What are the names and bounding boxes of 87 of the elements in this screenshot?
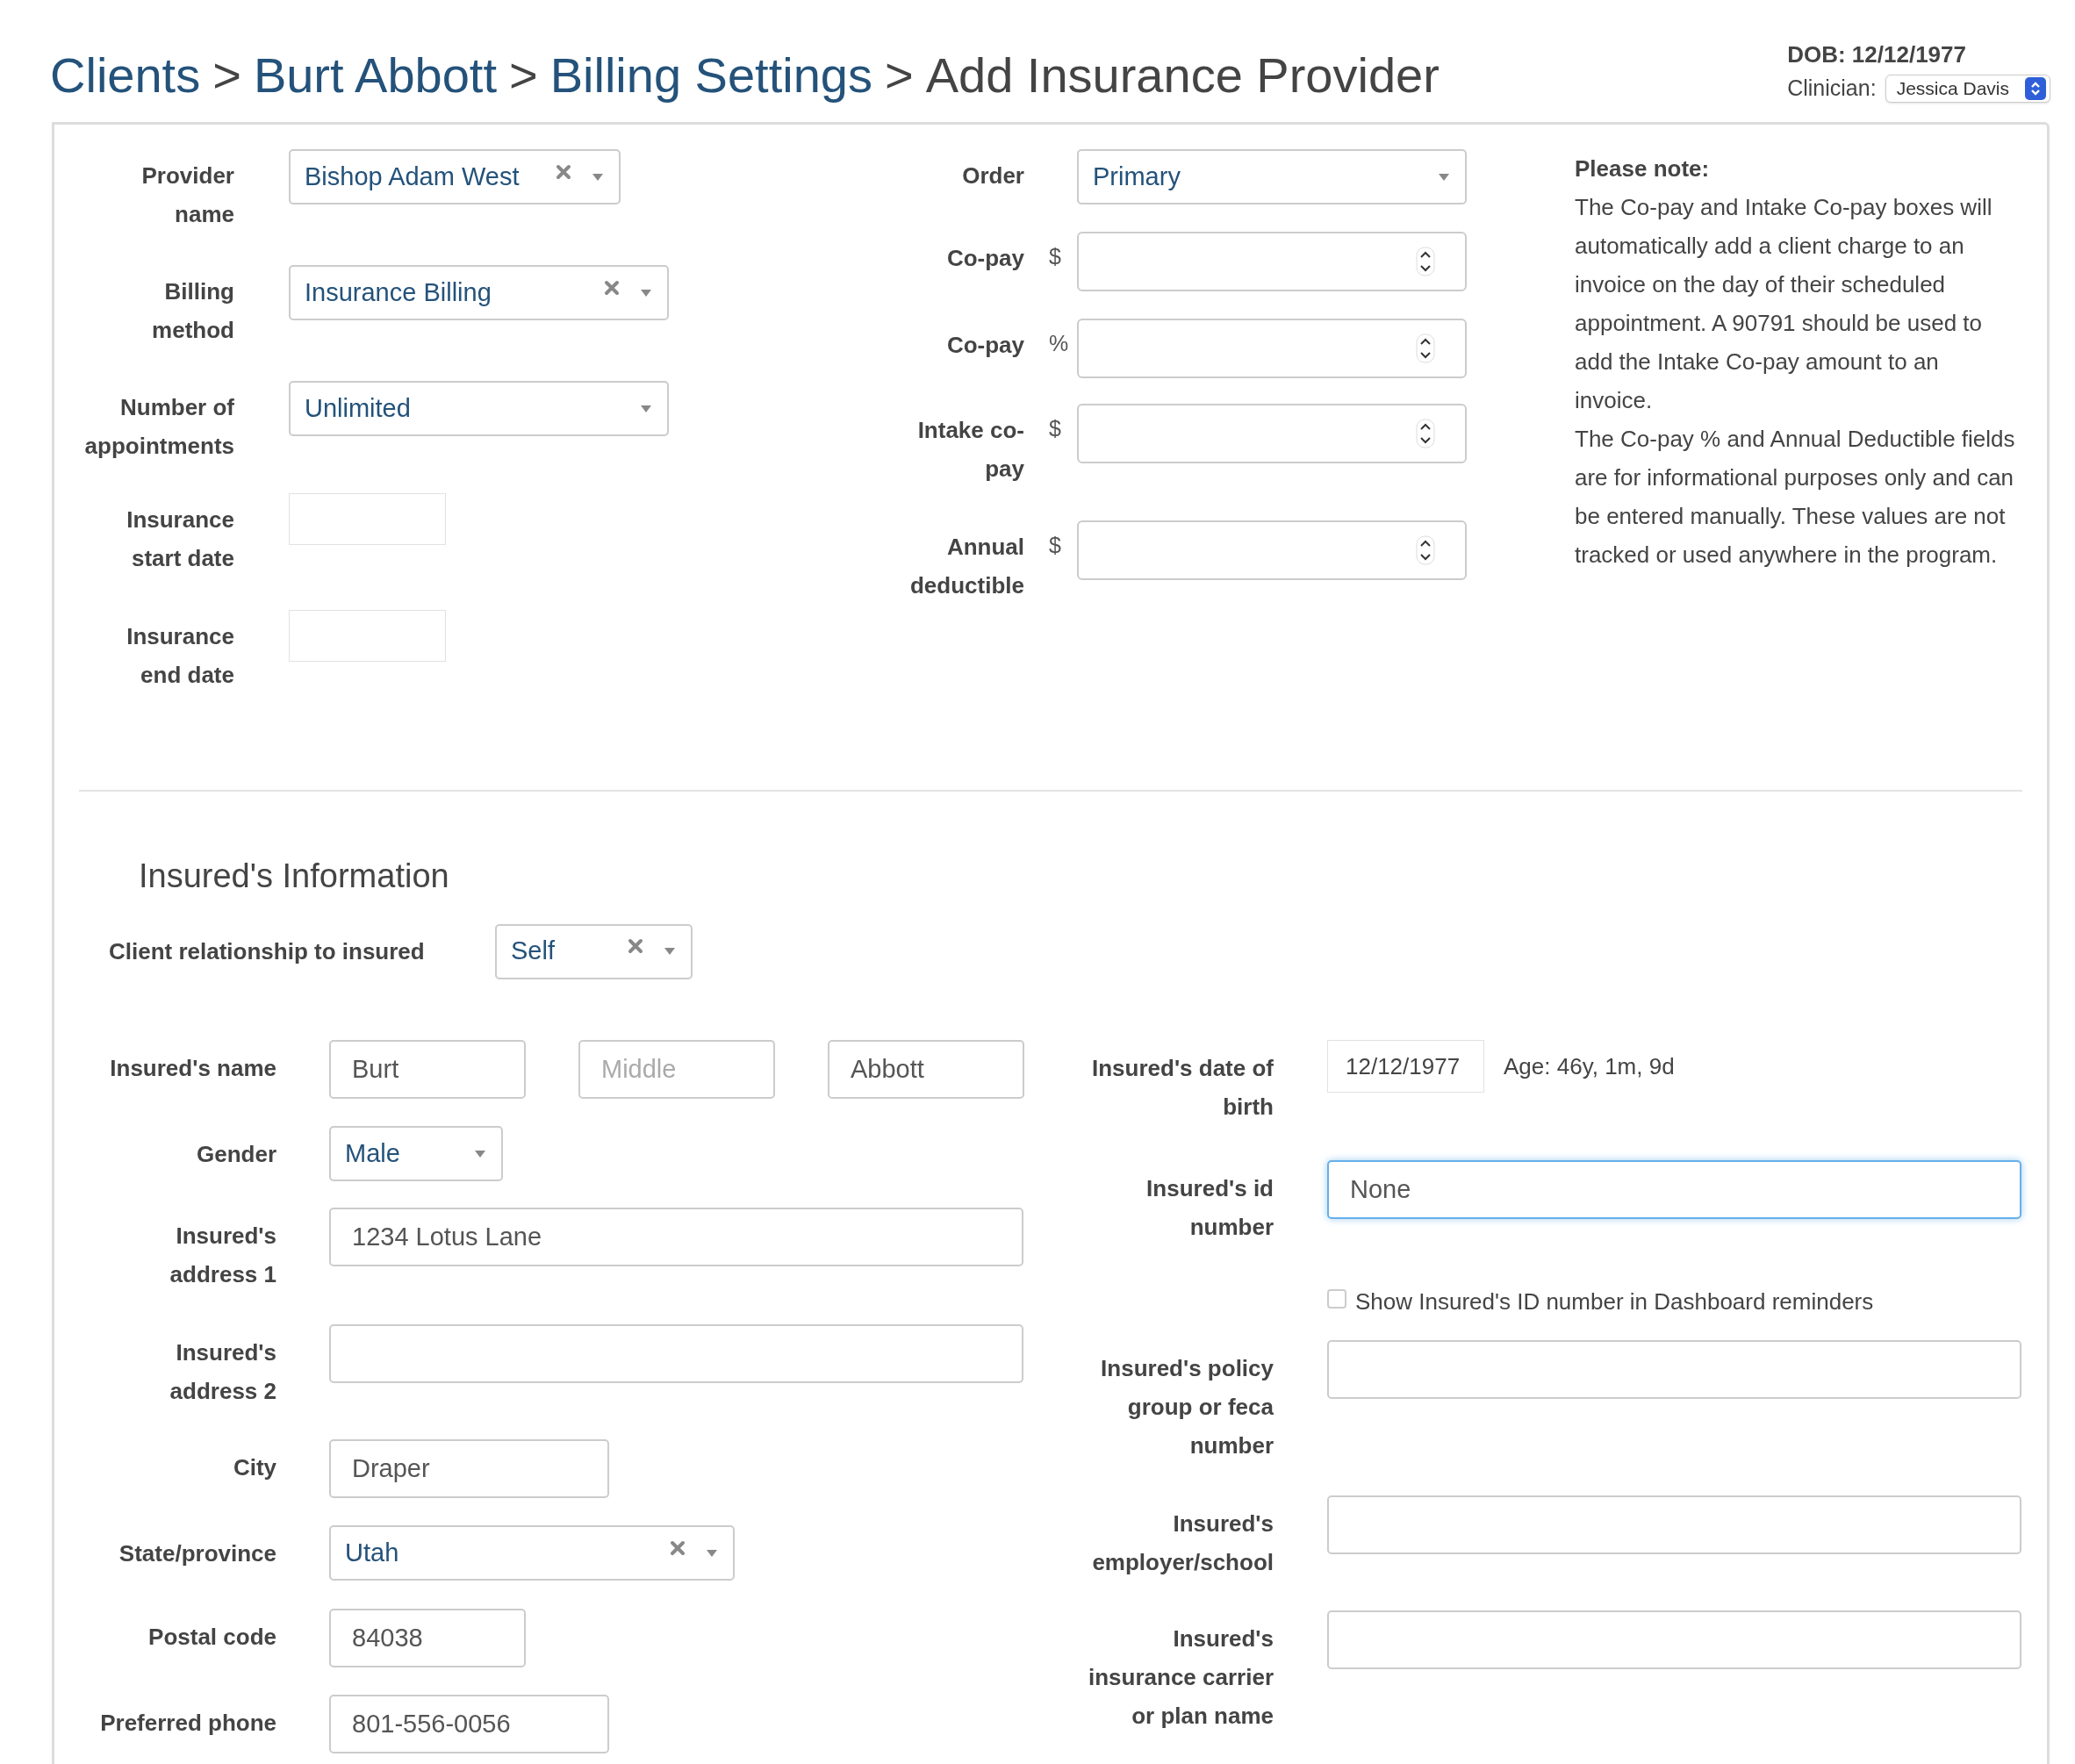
clear-icon[interactable] (604, 279, 620, 296)
checkbox[interactable] (1327, 1289, 1346, 1309)
field-label: Gender (195, 1140, 276, 1169)
unit-symbol: % (1049, 331, 1069, 355)
input-field[interactable]: 801-556-0056 (329, 1695, 609, 1753)
section-heading: Insured's Information (139, 857, 450, 896)
input-field[interactable]: Draper (329, 1439, 609, 1498)
clinician-label: Clinician: (1787, 75, 1877, 102)
field-label: Postal code (147, 1623, 276, 1652)
caret-icon (664, 948, 675, 955)
dob-text: DOB: 12/12/1977 (1787, 40, 1966, 69)
input-field[interactable]: Middle (578, 1040, 775, 1099)
select-field[interactable]: Insurance Billing (289, 265, 669, 320)
breadcrumb-link[interactable]: Billing Settings (549, 44, 872, 107)
field-label: Insured's date of birth (1091, 1054, 1274, 1122)
date-field[interactable] (289, 493, 446, 545)
clinician-select[interactable]: Jessica Davis (1885, 74, 2050, 103)
field-label: City (232, 1453, 276, 1482)
field-label: Order (961, 161, 1024, 190)
field-label: Insured's id number (1145, 1174, 1274, 1242)
input-field[interactable] (1327, 1340, 2021, 1399)
spinner-icon[interactable] (1416, 247, 1435, 276)
input-field[interactable] (329, 1324, 1023, 1383)
note-paragraph: The Co-pay and Intake Co-pay boxes will automatically add a client charge to an invoice on the day of their scheduled appointment. A 90791 should be used to add the Intake Co-pay amount to an invoice. (1575, 193, 1993, 415)
clear-icon[interactable] (556, 163, 571, 180)
field-label: Provider name (140, 161, 234, 229)
note-paragraph: The Co-pay % and Annual Deductible fields are for informational purposes only and can be entered manually. These values are not tracked or used anywhere in the program. (1575, 425, 2016, 570)
spinner-icon[interactable] (1416, 535, 1435, 565)
field-label: Preferred phone (99, 1709, 276, 1738)
caret-icon (1439, 173, 1449, 181)
field-label: Insurance end date (126, 622, 234, 690)
select-field[interactable]: Utah (329, 1525, 735, 1581)
date-field[interactable]: 12/12/1977 (1327, 1040, 1484, 1093)
input-field[interactable]: 1234 Lotus Lane (329, 1208, 1023, 1266)
unit-symbol: $ (1049, 244, 1061, 269)
field-label: Insured's employer/school (1091, 1509, 1274, 1577)
spinner-icon[interactable] (1416, 333, 1435, 363)
caret-icon (707, 1549, 717, 1557)
select-field[interactable]: Self (495, 923, 693, 979)
field-label: Annual deductible (909, 533, 1024, 600)
input-field[interactable]: Burt (329, 1040, 526, 1099)
caret-icon (475, 1150, 485, 1158)
note-title: Please note: (1575, 154, 1711, 183)
select-field[interactable]: Primary (1077, 149, 1467, 204)
input-field[interactable] (1327, 1495, 2021, 1554)
field-label: Insured's insurance carrier or plan name (1088, 1624, 1274, 1731)
caret-icon (592, 173, 603, 181)
breadcrumb-link[interactable]: Burt Abbott (253, 44, 497, 107)
breadcrumb-separator: > (884, 47, 914, 104)
caret-icon (641, 289, 651, 297)
field-label: Insured's policy group or feca number (1100, 1354, 1274, 1460)
clear-icon[interactable] (670, 1539, 686, 1556)
field-label: Client relationship to insured (109, 936, 426, 966)
breadcrumb-separator: > (508, 47, 538, 104)
spinner-icon[interactable] (1416, 419, 1435, 448)
select-field[interactable]: Bishop Adam West (289, 149, 621, 204)
breadcrumb-link[interactable]: Clients (50, 44, 201, 107)
checkbox-label: Show Insured's ID number in Dashboard reminders (1355, 1287, 1874, 1316)
date-field[interactable] (289, 610, 446, 662)
unit-symbol: $ (1049, 533, 1061, 557)
number-field[interactable] (1077, 232, 1467, 291)
input-field[interactable]: Abbott (828, 1040, 1024, 1099)
age-text: Age: 46y, 1m, 9d (1504, 1051, 1675, 1081)
field-label: Insurance start date (126, 506, 234, 573)
unit-symbol: $ (1049, 416, 1061, 441)
field-label: Co-pay (945, 331, 1024, 360)
number-field[interactable] (1077, 319, 1467, 378)
page-title: Add Insurance Provider (925, 47, 1440, 104)
breadcrumb-separator: > (212, 47, 241, 104)
field-label: State/province (118, 1539, 276, 1568)
select-field[interactable]: Unlimited (289, 381, 669, 436)
field-label: Insured's name (109, 1054, 276, 1083)
field-label: Insured's address 1 (169, 1222, 276, 1289)
input-field[interactable]: None (1327, 1160, 2021, 1219)
field-label: Intake co-pay (916, 416, 1024, 484)
field-label: Number of appointments (83, 393, 234, 461)
input-field[interactable] (1327, 1610, 2021, 1669)
input-field[interactable]: 84038 (329, 1609, 526, 1667)
field-label: Co-pay (945, 244, 1024, 273)
stepper-icon (2025, 76, 2046, 100)
number-field[interactable] (1077, 520, 1467, 580)
number-field[interactable] (1077, 404, 1467, 463)
clear-icon[interactable] (628, 938, 643, 954)
select-field[interactable]: Male (329, 1126, 503, 1181)
field-label: Insured's address 2 (169, 1338, 276, 1406)
caret-icon (641, 405, 651, 412)
field-label: Billing method (151, 277, 234, 345)
